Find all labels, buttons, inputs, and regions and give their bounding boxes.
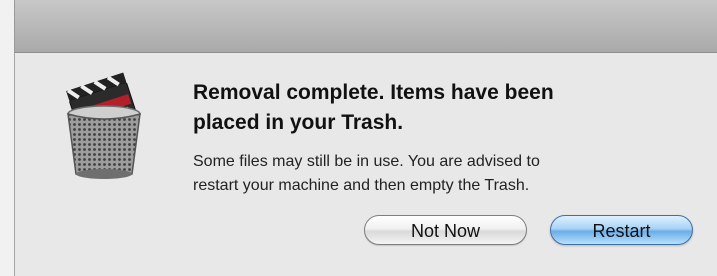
restart-button[interactable]: Restart [550, 215, 693, 245]
alert-title: Removal complete. Items have been placed… [193, 78, 663, 138]
window-left-edge [0, 0, 14, 276]
window-titlebar [14, 0, 717, 53]
alert-message-line-1: Some files may still be in use. You are … [193, 153, 540, 170]
trash-with-clapperboard-icon [66, 72, 141, 179]
alert-message-line-2: restart your machine and then empty the … [193, 177, 530, 194]
alert-title-line-2: placed in your Trash. [193, 111, 404, 134]
alert-title-line-1: Removal complete. Items have been [193, 81, 554, 104]
not-now-button[interactable]: Not Now [364, 215, 527, 245]
alert-message: Some files may still be in use. You are … [193, 150, 663, 198]
alert-window: Removal complete. Items have been placed… [0, 0, 717, 276]
